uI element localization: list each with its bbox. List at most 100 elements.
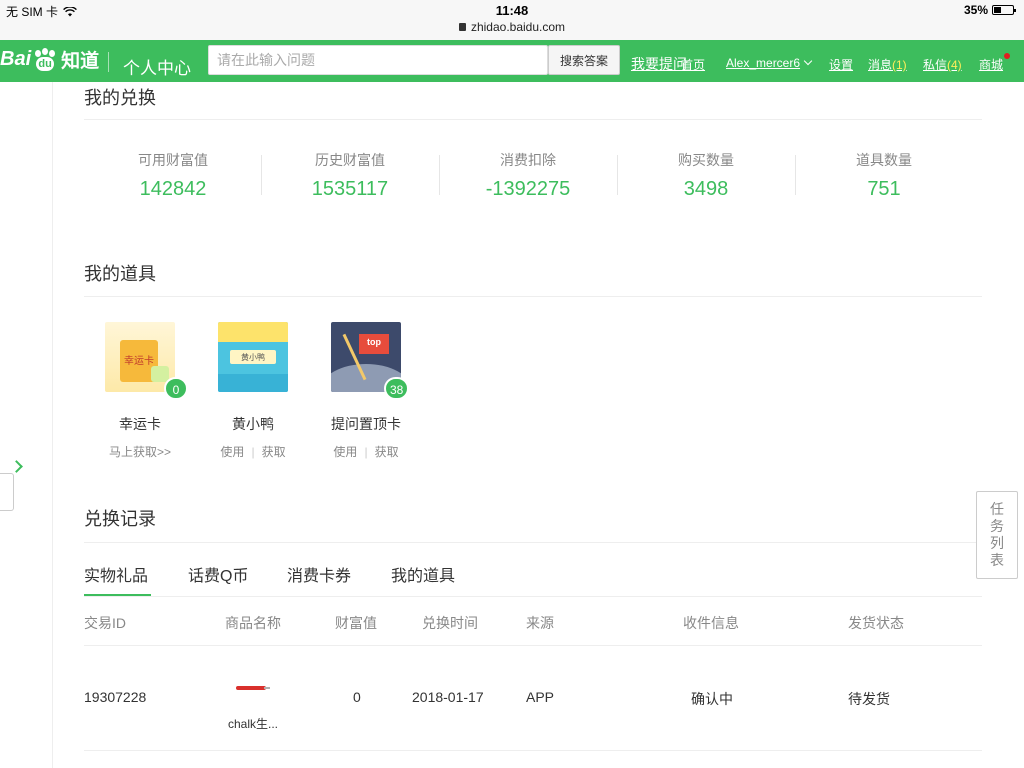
stat-label: 购买数量	[678, 152, 734, 168]
address-bar[interactable]: zhidao.baidu.com	[0, 20, 1024, 34]
clock: 11:48	[495, 3, 529, 18]
user-menu[interactable]: Alex_mercer6	[726, 56, 813, 70]
task-list-char: 表	[990, 552, 1004, 568]
private-msg-label: 私信	[923, 58, 948, 72]
divider	[84, 596, 982, 597]
stat-label: 可用财富值	[138, 152, 208, 168]
cell-exchange-time: 2018-01-17	[412, 689, 484, 705]
col-source: 来源	[526, 615, 554, 631]
divider	[84, 119, 982, 120]
tab-my-tools[interactable]: 我的道具	[391, 562, 455, 586]
divider	[84, 750, 982, 751]
divider	[84, 645, 982, 646]
search-button[interactable]: 搜索答案	[548, 45, 620, 75]
stat-purchase-count: 购买数量 3498	[626, 150, 786, 201]
username: Alex_mercer6	[726, 56, 801, 70]
chevron-right-icon[interactable]	[10, 460, 23, 473]
col-wealth: 财富值	[335, 615, 377, 631]
stat-tool-count: 道具数量 751	[804, 150, 964, 201]
baidu-zhidao-logo[interactable]: Bai du 知道	[0, 46, 99, 73]
tool-actions: 使用 | 获取	[220, 445, 286, 459]
private-msg-count: (4)	[947, 58, 962, 72]
task-list-char: 务	[990, 518, 1004, 534]
product-thumbnail[interactable]	[236, 678, 270, 690]
stat-separator	[795, 155, 796, 195]
battery-status: 35%	[963, 3, 1016, 17]
tools-title: 我的道具	[84, 264, 156, 284]
header-divider	[108, 52, 109, 72]
notification-dot	[1004, 53, 1010, 59]
stat-value: -1392275	[485, 178, 571, 200]
tool-count-badge: 38	[384, 377, 410, 400]
ask-question-link[interactable]: 我要提问	[631, 54, 687, 74]
stat-value: 751	[867, 178, 901, 200]
cell-wealth: 0	[353, 689, 361, 705]
stat-label: 道具数量	[856, 152, 912, 168]
cell-source: APP	[526, 689, 555, 705]
logo-du: du	[38, 57, 52, 70]
tool-name: 黄小鸭	[232, 416, 274, 432]
task-list-char: 任	[990, 501, 1004, 517]
stat-history-wealth: 历史财富值 1535117	[270, 150, 430, 201]
lucky-card-image-label: 幸运卡	[124, 356, 154, 367]
tab-phone-qcoin[interactable]: 话费Q币	[188, 562, 248, 586]
cell-product-name[interactable]: chalk生...	[228, 715, 278, 732]
cell-shipping-status: 待发货	[848, 691, 890, 707]
yellow-duck-image[interactable]: 黄小鸭	[218, 322, 288, 392]
site-header: Bai du 知道 个人中心 搜索答案 我要提问 首页 Alex_mercer6…	[0, 40, 1024, 82]
stat-value: 3498	[683, 178, 729, 200]
search-input[interactable]	[208, 45, 548, 75]
tool-actions: 使用 | 获取	[333, 445, 399, 459]
tool-name: 提问置顶卡	[331, 416, 401, 432]
settings-link[interactable]: 设置	[829, 56, 853, 73]
home-link[interactable]: 首页	[681, 56, 705, 73]
divider	[84, 296, 982, 297]
stat-value: 1535117	[311, 178, 389, 200]
get-now-link[interactable]: 马上获取>>	[85, 443, 195, 460]
mall-link[interactable]: 商城	[979, 56, 1003, 73]
chevron-down-icon	[803, 56, 813, 66]
tab-consumer-cards[interactable]: 消费卡券	[287, 562, 351, 586]
page-title: 个人中心	[123, 59, 191, 78]
get-link[interactable]: 获取	[262, 445, 286, 459]
stat-separator	[261, 155, 262, 195]
ios-status-bar: 无 SIM 卡 11:48 zhidao.baidu.com 35%	[0, 0, 1024, 40]
paw-icon: du	[32, 47, 58, 72]
battery-percent: 35%	[963, 3, 988, 17]
col-transaction-id: 交易ID	[84, 615, 126, 631]
stat-consumption: 消费扣除 -1392275	[448, 150, 608, 201]
messages-link[interactable]: 消息(1)	[868, 56, 907, 73]
stat-separator	[617, 155, 618, 195]
stat-value: 142842	[139, 178, 207, 200]
top-card-image-label: top	[367, 337, 381, 347]
cell-transaction-id: 19307228	[84, 689, 147, 705]
task-list-button[interactable]: 任 务 列 表	[976, 491, 1018, 579]
battery-icon	[992, 5, 1016, 15]
stat-label: 消费扣除	[500, 152, 556, 168]
left-sidebar	[0, 82, 53, 768]
lucky-card-image[interactable]: 幸运卡	[105, 322, 175, 392]
logo-bai: Bai	[0, 48, 32, 70]
messages-label: 消息	[868, 58, 893, 72]
records-title: 兑换记录	[84, 509, 156, 529]
col-recipient-info: 收件信息	[683, 615, 739, 631]
use-link[interactable]: 使用	[220, 445, 244, 459]
logo-zhidao: 知道	[61, 51, 100, 72]
col-exchange-time: 兑换时间	[422, 615, 478, 631]
yellow-duck-image-label: 黄小鸭	[241, 353, 265, 362]
lock-icon	[458, 23, 466, 31]
stat-available-wealth: 可用财富值 142842	[93, 150, 253, 201]
tab-physical-gifts[interactable]: 实物礼品	[84, 562, 148, 586]
stat-separator	[439, 155, 440, 195]
url-text: zhidao.baidu.com	[470, 20, 566, 34]
left-side-tab[interactable]	[0, 473, 14, 511]
messages-count: (1)	[892, 58, 907, 72]
get-link[interactable]: 获取	[375, 445, 399, 459]
col-product-name: 商品名称	[225, 615, 281, 631]
private-messages-link[interactable]: 私信(4)	[923, 56, 962, 73]
divider	[84, 542, 982, 543]
use-link[interactable]: 使用	[333, 445, 357, 459]
task-list-char: 列	[990, 535, 1004, 551]
stat-label: 历史财富值	[315, 152, 385, 168]
exchange-title: 我的兑换	[84, 88, 156, 108]
